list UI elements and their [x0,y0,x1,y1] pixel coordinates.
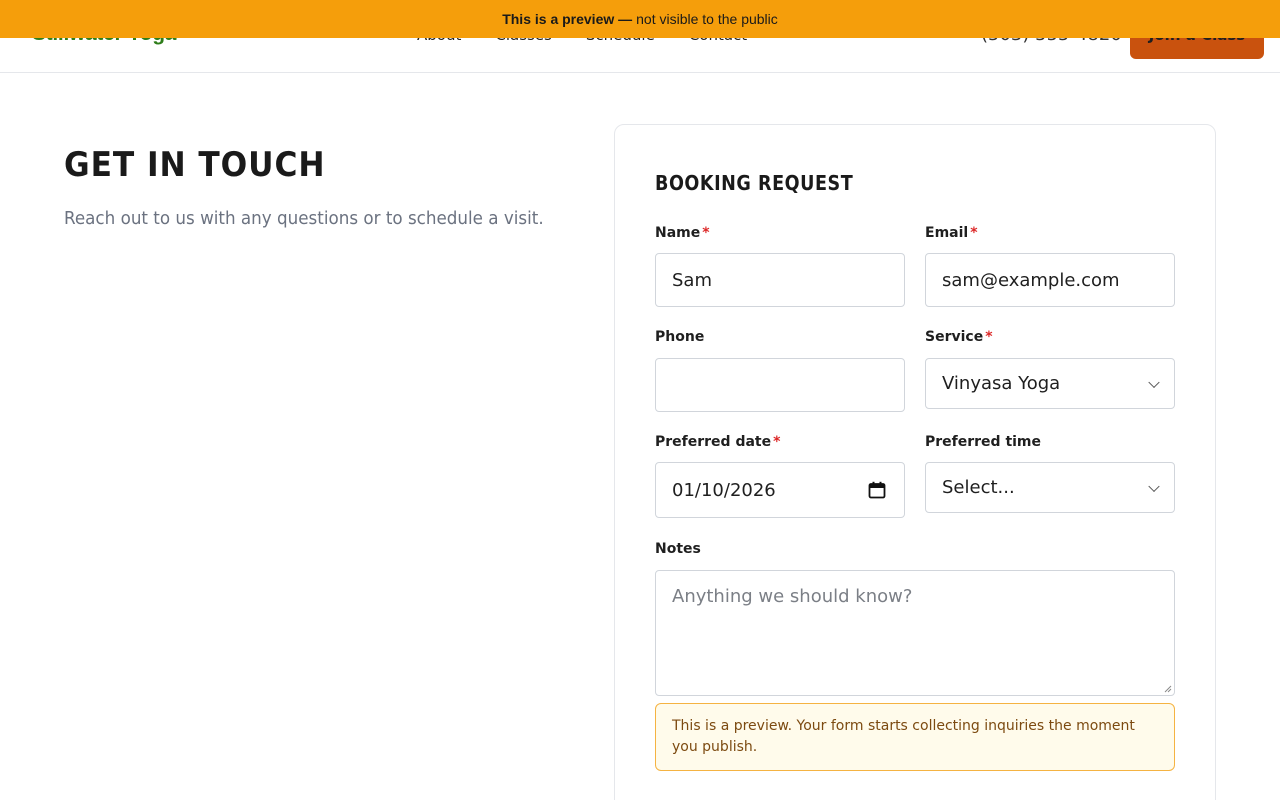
page-title: GET IN TOUCH [64,145,326,185]
preview-banner-text: not visible to the public [636,11,778,27]
email-label: Email * [925,225,1175,245]
time-field: Preferred time Select... [925,434,1175,513]
preview-banner: This is a preview — not visible to the p… [0,0,1280,38]
time-select[interactable]: Select... [925,462,1175,513]
service-label-text: Service [925,329,984,345]
time-select-value: Select... [942,477,1015,498]
service-label: Service * [925,329,1175,349]
service-select-value: Vinyasa Yoga [942,373,1061,394]
email-label-text: Email [925,225,969,241]
email-input[interactable]: sam@example.com [925,253,1175,307]
booking-form-card: BOOKING REQUEST Name * Sam Email * sam@exa… [614,124,1216,800]
notes-textarea[interactable]: Anything we should know? [655,570,1175,696]
notes-placeholder: Anything we should know? [672,586,913,607]
preview-notice: This is a preview. Your form starts coll… [655,703,1175,771]
email-input-value: sam@example.com [942,269,1120,291]
form-title: BOOKING REQUEST [655,171,854,195]
date-label-text: Preferred date [655,434,772,450]
name-label: Name * [655,225,905,245]
name-input[interactable]: Sam [655,253,905,307]
resize-grip-icon[interactable] [1164,685,1172,693]
time-label-text: Preferred time [925,434,1042,450]
phone-label: Phone [655,329,905,349]
phone-input[interactable] [655,358,905,412]
date-input-value: 01/10/2026 [672,479,776,501]
date-field: Preferred date * 01/10/2026 [655,434,905,518]
name-input-value: Sam [672,269,712,291]
date-label: Preferred date * [655,434,905,454]
chevron-down-icon [1148,376,1160,388]
intro-text: Reach out to us with any questions or to… [64,208,544,229]
name-label-text: Name [655,225,701,241]
calendar-icon[interactable] [868,481,886,499]
notes-label: Notes [655,541,701,561]
chevron-down-icon [1148,480,1160,492]
required-mark: * [985,329,993,345]
email-field: Email * sam@example.com [925,225,1175,307]
notes-label-text: Notes [655,541,701,557]
name-field: Name * Sam [655,225,905,307]
phone-label-text: Phone [655,329,705,345]
service-field: Service * Vinyasa Yoga [925,329,1175,409]
time-label: Preferred time [925,434,1175,454]
preview-banner-bold: This is a preview — [502,11,633,27]
phone-field: Phone [655,329,905,412]
required-mark: * [702,225,710,241]
required-mark: * [773,434,781,450]
date-input[interactable]: 01/10/2026 [655,462,905,518]
service-select[interactable]: Vinyasa Yoga [925,358,1175,409]
required-mark: * [970,225,978,241]
